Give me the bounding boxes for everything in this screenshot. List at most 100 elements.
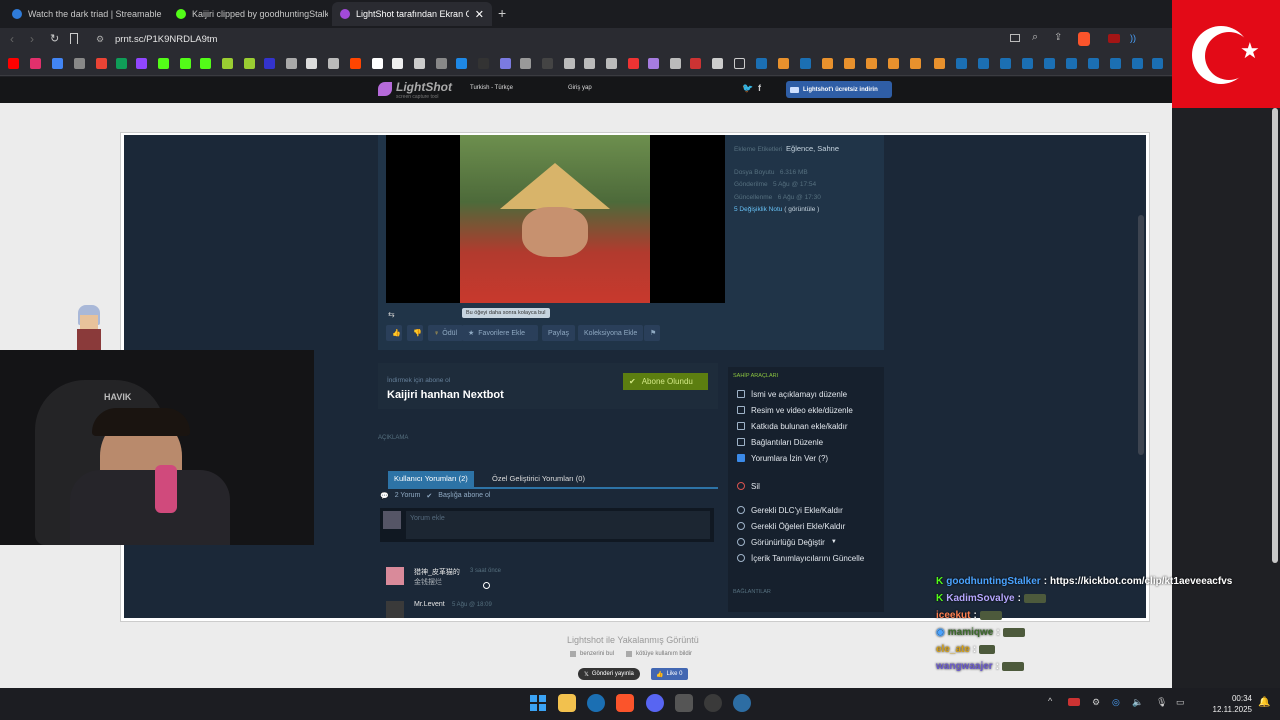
bookmark-icon[interactable] (670, 58, 681, 69)
login-link[interactable]: Giriş yap (568, 85, 592, 91)
content-descriptors-item[interactable]: İçerik Tanımlayıcılarını Güncelle (737, 551, 864, 565)
clock-time[interactable]: 00:34 (1212, 694, 1252, 703)
dlc-item[interactable]: Gerekli DLC'yi Ekle/Kaldır (737, 503, 864, 517)
notification-icon[interactable]: 🔔 (1258, 697, 1270, 708)
tray-app-icon[interactable]: ⚙ (1092, 697, 1100, 708)
change-notes-link[interactable]: 5 Değişiklik Notu (734, 206, 782, 213)
steam-bookmark-icon[interactable] (1022, 58, 1033, 69)
globe-bookmark-icon[interactable] (414, 58, 425, 69)
subscribe-thread-link[interactable]: Başlığa abone ol (438, 492, 490, 500)
tab-kick-clip[interactable]: Kaijiri clipped by goodhuntingStalker (168, 2, 328, 26)
instagram-bookmark-icon[interactable] (30, 58, 41, 69)
steam-bookmark-icon[interactable] (956, 58, 967, 69)
subscribed-button[interactable]: ✔ Abone Olundu (623, 373, 708, 390)
microphone-icon[interactable]: 🎙 (1156, 697, 1167, 708)
checkbox-icon[interactable] (737, 454, 745, 462)
thumbs-up-button[interactable]: 👍 (386, 325, 402, 341)
bookmark-icon[interactable] (822, 58, 833, 69)
edit-title-item[interactable]: İsmi ve açıklamayı düzenle (737, 387, 864, 401)
steam-bookmark-icon[interactable] (1110, 58, 1121, 69)
discord-bookmark-icon[interactable] (264, 58, 275, 69)
steam-bookmark-icon[interactable] (1152, 58, 1163, 69)
tray-app-icon[interactable] (1068, 698, 1080, 706)
visibility-item[interactable]: Görünürlüğü Değiştir ▼ (737, 535, 864, 549)
globe-bookmark-icon[interactable] (436, 58, 447, 69)
obs-icon[interactable] (704, 694, 722, 712)
bookmark-icon[interactable] (910, 58, 921, 69)
bookmark-icon[interactable] (778, 58, 789, 69)
bookmark-icon[interactable] (70, 33, 78, 44)
comment-author[interactable]: Mr.Levent (414, 601, 445, 608)
bookmark-icon[interactable] (500, 58, 511, 69)
wallet-icon[interactable]: )) (1130, 33, 1136, 43)
share-button[interactable]: Paylaş (542, 325, 576, 341)
bookmark-icon[interactable] (712, 58, 723, 69)
bookmark-icon[interactable] (564, 58, 575, 69)
extension-icon[interactable] (1108, 34, 1120, 43)
facebook-like-button[interactable]: 👍 Like 0 (651, 668, 688, 680)
translate-bookmark-icon[interactable] (52, 58, 63, 69)
bookmark-icon[interactable] (648, 58, 659, 69)
bookmark-icon[interactable] (606, 58, 617, 69)
allow-comments-item[interactable]: Yorumlara İzin Ver (?) (737, 451, 864, 465)
steam-bookmark-icon[interactable] (756, 58, 767, 69)
brave-icon[interactable] (616, 694, 634, 712)
amazon-bookmark-icon[interactable] (392, 58, 403, 69)
app-icon[interactable] (675, 694, 693, 712)
steam-bookmark-icon[interactable] (800, 58, 811, 69)
edit-media-item[interactable]: Resim ve video ekle/düzenle (737, 403, 864, 417)
x-post-button[interactable]: 𝕏 Gönderi yayınla (578, 668, 640, 680)
bookmark-icon[interactable] (584, 58, 595, 69)
site-settings-icon[interactable]: ⚙ (96, 34, 104, 45)
media-toggle-icon[interactable]: ⇆ (388, 310, 395, 319)
p-bookmark-icon[interactable] (372, 58, 383, 69)
steam-bookmark-icon[interactable] (1132, 58, 1143, 69)
back-icon[interactable]: ‹ (10, 32, 14, 46)
url-field[interactable]: prnt.sc/P1K9NRDLA9tm (115, 34, 217, 45)
twitter-icon[interactable]: 🐦 (742, 83, 753, 94)
network-icon[interactable]: ▭ (1176, 697, 1185, 708)
lightshot-logo[interactable]: LightShot (396, 80, 452, 94)
tab-user-comments[interactable]: Kullanıcı Yorumları (2) (388, 471, 474, 487)
bookmark-icon[interactable] (478, 58, 489, 69)
contributors-item[interactable]: Katkıda bulunan ekle/kaldır (737, 419, 864, 433)
steam-bookmark-icon[interactable] (978, 58, 989, 69)
steam-bookmark-icon[interactable] (1044, 58, 1055, 69)
reddit-bookmark-icon[interactable] (350, 58, 361, 69)
gmail-bookmark-icon[interactable] (96, 58, 107, 69)
tab-developer-comments[interactable]: Özel Geliştirici Yorumları (0) (486, 471, 591, 487)
drive-bookmark-icon[interactable] (116, 58, 127, 69)
kick-bookmark-icon[interactable] (158, 58, 169, 69)
volume-icon[interactable]: 🔈 (1132, 697, 1143, 708)
globe-bookmark-icon[interactable] (286, 58, 297, 69)
twitch-bookmark-icon[interactable] (136, 58, 147, 69)
new-tab-icon[interactable]: + (498, 5, 506, 21)
bookmark-icon[interactable] (844, 58, 855, 69)
bookmark-icon[interactable] (542, 58, 553, 69)
share-icon[interactable]: ⇪ (1054, 32, 1062, 43)
thumbs-down-button[interactable]: 👎 (407, 325, 423, 341)
find-similar-link[interactable]: benzerini bul (580, 651, 614, 657)
facebook-icon[interactable]: f (758, 83, 761, 93)
x-bookmark-icon[interactable] (306, 58, 317, 69)
preview-video[interactable] (386, 135, 725, 303)
edit-links-item[interactable]: Bağlantıları Düzenle (737, 435, 864, 449)
comment-input[interactable]: Yorum ekle (406, 511, 710, 539)
globe-bookmark-icon[interactable] (74, 58, 85, 69)
screen-cast-icon[interactable] (1010, 34, 1020, 42)
bookmark-icon[interactable] (520, 58, 531, 69)
youtube-bookmark-icon[interactable] (8, 58, 19, 69)
discord-icon[interactable] (646, 694, 664, 712)
report-abuse-link[interactable]: kötüye kullanım bildir (636, 651, 692, 657)
forward-icon[interactable]: › (30, 32, 34, 46)
steam-bookmark-icon[interactable] (1066, 58, 1077, 69)
zoom-icon[interactable]: ⌕ (1032, 31, 1038, 44)
steam-bookmark-icon[interactable] (1000, 58, 1011, 69)
bookmark-icon[interactable] (888, 58, 899, 69)
file-explorer-icon[interactable] (558, 694, 576, 712)
chevron-up-icon[interactable]: ^ (1048, 696, 1052, 706)
bookmark-icon[interactable] (866, 58, 877, 69)
scrollbar[interactable] (1138, 215, 1144, 455)
award-button[interactable]: ♀ Ödül (428, 325, 464, 341)
brave-shield-icon[interactable] (1078, 32, 1090, 46)
